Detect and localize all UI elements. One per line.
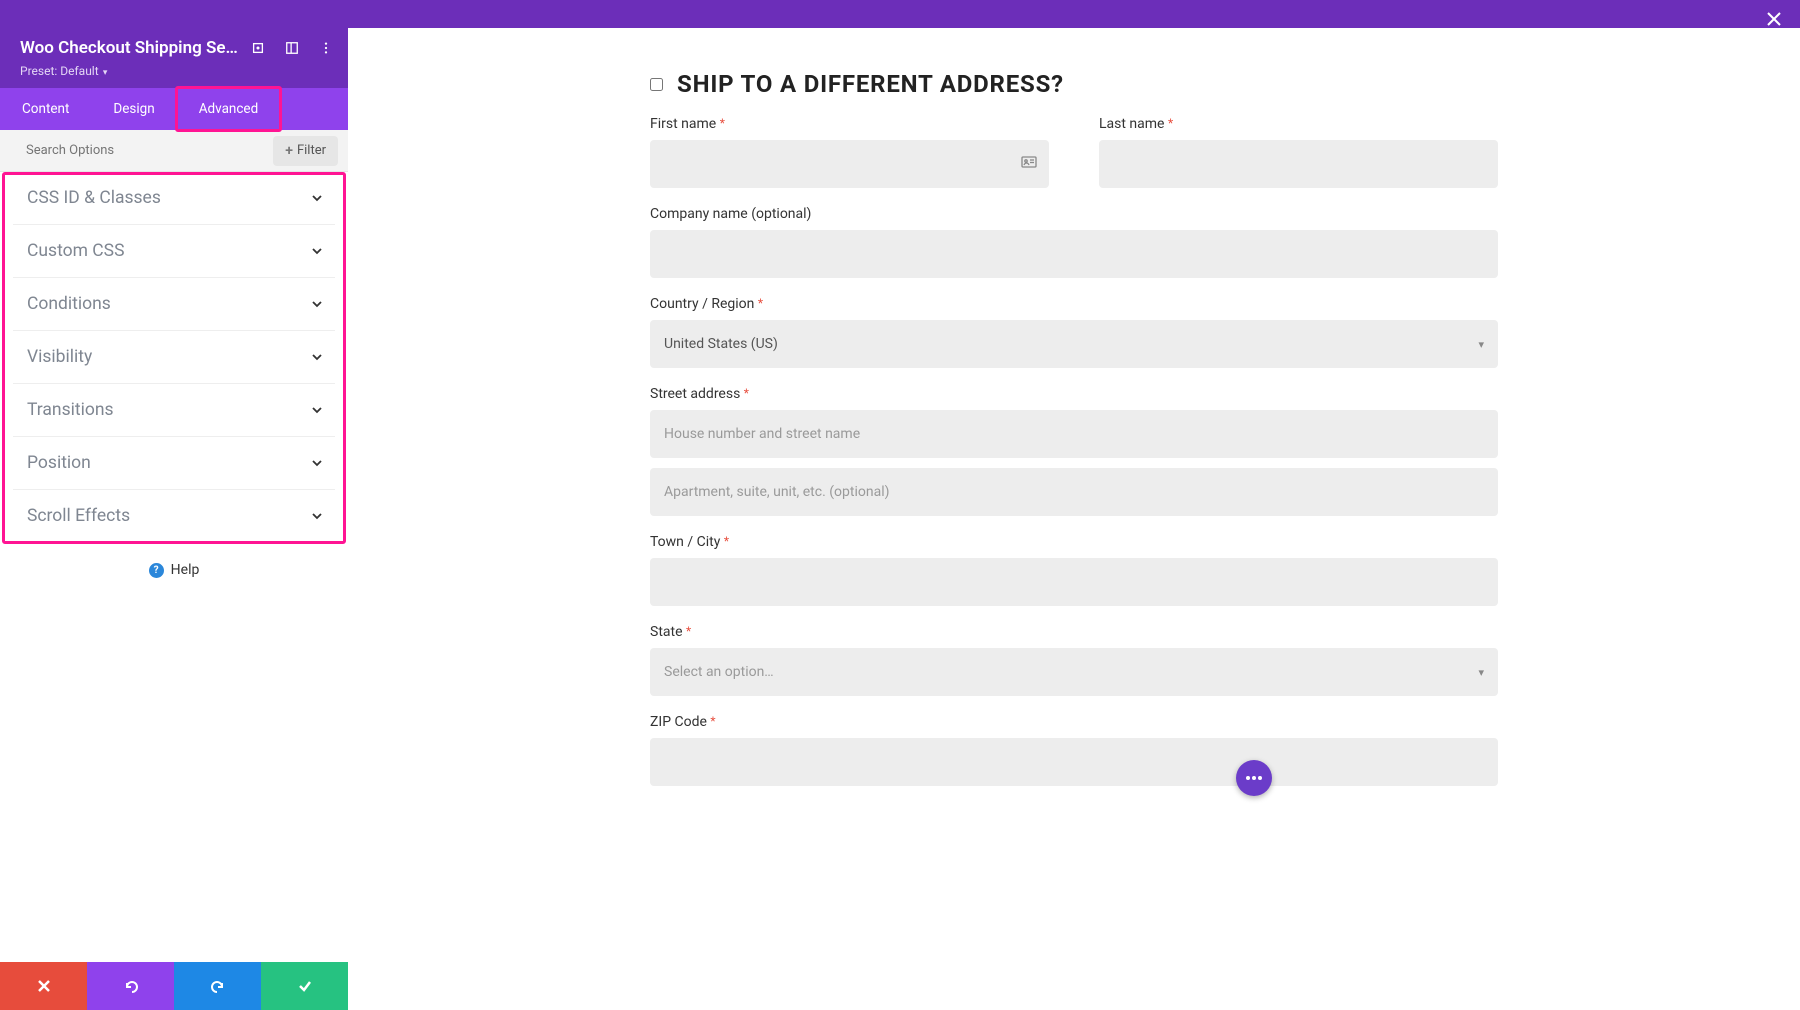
required-mark: * [1168, 116, 1173, 130]
accordion-css-id-classes[interactable]: CSS ID & Classes [13, 172, 335, 225]
accordion-label: Visibility [27, 347, 92, 367]
locate-icon[interactable] [250, 40, 266, 56]
tab-content[interactable]: Content [0, 88, 91, 130]
caret-down-icon: ▾ [101, 68, 108, 78]
accordion-scroll-effects[interactable]: Scroll Effects [13, 490, 335, 542]
city-field[interactable] [650, 558, 1498, 606]
tab-advanced-label: Advanced [199, 101, 259, 117]
country-label: Country / Region * [650, 296, 1498, 312]
preset-selector[interactable]: Preset: Default ▾ [0, 62, 348, 88]
module-title: Woo Checkout Shipping Set... [20, 38, 238, 58]
accordion-list: CSS ID & Classes Custom CSS Conditions V… [0, 172, 348, 542]
street-label: Street address * [650, 386, 1498, 402]
required-mark: * [724, 534, 729, 548]
accordion-custom-css[interactable]: Custom CSS [13, 225, 335, 278]
street2-field[interactable] [650, 468, 1498, 516]
save-button[interactable] [261, 962, 348, 1010]
company-label: Company name (optional) [650, 206, 1498, 222]
footer-actions [0, 962, 348, 1010]
last-name-label: Last name * [1099, 116, 1498, 132]
help-label: Help [171, 562, 200, 578]
required-mark: * [710, 714, 715, 728]
city-label: Town / City * [650, 534, 1498, 550]
caret-down-icon: ▾ [1478, 666, 1484, 679]
country-select[interactable]: United States (US) ▾ [650, 320, 1498, 368]
ship-heading: SHIP TO A DIFFERENT ADDRESS? [677, 70, 1064, 98]
accordion-label: Position [27, 453, 91, 473]
last-name-field[interactable] [1099, 140, 1498, 188]
undo-button[interactable] [87, 962, 174, 1010]
search-input[interactable] [0, 130, 273, 171]
settings-sidebar: Edit Checkout Body Layout Woo Checkout S… [0, 0, 348, 1010]
chevron-down-icon [311, 298, 323, 310]
accordion-transitions[interactable]: Transitions [13, 384, 335, 437]
required-mark: * [744, 386, 749, 400]
accordion-label: Conditions [27, 294, 111, 314]
required-mark: * [720, 116, 725, 130]
first-name-label: First name * [650, 116, 1049, 132]
caret-down-icon: ▾ [1478, 338, 1484, 351]
chevron-down-icon [311, 245, 323, 257]
accordion-container: CSS ID & Classes Custom CSS Conditions V… [0, 172, 348, 542]
required-mark: * [686, 624, 691, 638]
country-value: United States (US) [664, 336, 778, 352]
autofill-icon[interactable] [1021, 154, 1037, 174]
state-placeholder: Select an option… [664, 664, 774, 680]
tab-advanced[interactable]: Advanced [177, 88, 281, 130]
state-select[interactable]: Select an option… ▾ [650, 648, 1498, 696]
company-field[interactable] [650, 230, 1498, 278]
accordion-position[interactable]: Position [13, 437, 335, 490]
required-mark: * [758, 296, 763, 310]
plus-icon: + [285, 143, 293, 159]
accordion-label: Custom CSS [27, 241, 124, 261]
chevron-down-icon [311, 192, 323, 204]
filter-button[interactable]: + Filter [273, 136, 338, 166]
search-row: + Filter [0, 130, 348, 172]
accordion-label: Transitions [27, 400, 114, 420]
accordion-label: CSS ID & Classes [27, 188, 161, 208]
chevron-down-icon [311, 404, 323, 416]
help-link[interactable]: ? Help [0, 542, 348, 598]
chevron-down-icon [311, 351, 323, 363]
accordion-label: Scroll Effects [27, 506, 130, 526]
state-label: State * [650, 624, 1498, 640]
redo-button[interactable] [174, 962, 261, 1010]
accordion-visibility[interactable]: Visibility [13, 331, 335, 384]
panel-layout-icon[interactable] [284, 40, 300, 56]
filter-label: Filter [297, 143, 326, 158]
tab-bar: Content Design Advanced [0, 88, 348, 130]
discard-button[interactable] [0, 962, 87, 1010]
help-icon: ? [149, 563, 164, 578]
zip-label: ZIP Code * [650, 714, 1498, 730]
module-bar: Woo Checkout Shipping Set... [0, 28, 348, 62]
preview-area: SHIP TO A DIFFERENT ADDRESS? First name … [348, 0, 1800, 1010]
chevron-down-icon [311, 457, 323, 469]
kebab-menu-icon[interactable] [318, 40, 334, 56]
ship-different-checkbox[interactable] [650, 78, 663, 91]
fab-more-button[interactable] [1236, 760, 1272, 796]
first-name-field[interactable] [650, 140, 1049, 188]
chevron-down-icon [311, 510, 323, 522]
street1-field[interactable] [650, 410, 1498, 458]
accordion-conditions[interactable]: Conditions [13, 278, 335, 331]
ship-header: SHIP TO A DIFFERENT ADDRESS? [650, 70, 1498, 98]
tab-design[interactable]: Design [91, 88, 176, 130]
preset-label: Preset: Default [20, 64, 99, 78]
close-icon[interactable] [1766, 8, 1782, 32]
zip-field[interactable] [650, 738, 1498, 786]
